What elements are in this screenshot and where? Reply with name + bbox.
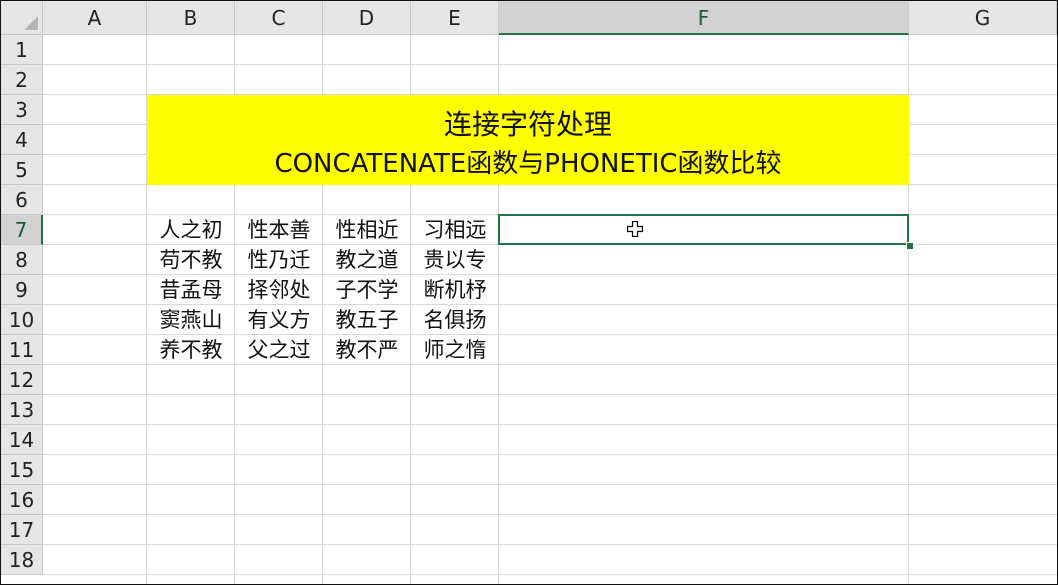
title-line-1: 连接字符处理	[443, 108, 612, 141]
cell-d7[interactable]: 性相近	[323, 215, 411, 245]
column-header-d[interactable]: D	[323, 1, 411, 35]
gridline	[43, 394, 1057, 395]
row-header-6[interactable]: 6	[1, 185, 43, 215]
merged-title-cell[interactable]: 连接字符处理 CONCATENATE函数与PHONETIC函数比较	[147, 95, 909, 185]
row-header-8[interactable]: 8	[1, 245, 43, 275]
cell-b10[interactable]: 窦燕山	[147, 305, 235, 335]
column-header-g[interactable]: G	[909, 1, 1057, 35]
cell-d11[interactable]: 教不严	[323, 335, 411, 365]
cell-b9[interactable]: 昔孟母	[147, 275, 235, 305]
select-all-button[interactable]	[1, 1, 43, 35]
row-header-12[interactable]: 12	[1, 365, 43, 395]
row-header-4[interactable]: 4	[1, 125, 43, 155]
row-header-3[interactable]: 3	[1, 95, 43, 125]
cell-b11[interactable]: 养不教	[147, 335, 235, 365]
column-header-f[interactable]: F	[499, 1, 909, 35]
gridline	[43, 574, 1057, 575]
title-line-2: CONCATENATE函数与PHONETIC函数比较	[274, 149, 782, 179]
row-header-7[interactable]: 7	[1, 215, 43, 245]
gridline	[43, 454, 1057, 455]
row-header-13[interactable]: 13	[1, 395, 43, 425]
cell-e9[interactable]: 断机杼	[411, 275, 499, 305]
cell-e11[interactable]: 师之惰	[411, 335, 499, 365]
row-header-18[interactable]: 18	[1, 545, 43, 575]
row-header-5[interactable]: 5	[1, 155, 43, 185]
row-header-1[interactable]: 1	[1, 35, 43, 65]
column-header-a[interactable]: A	[43, 1, 147, 35]
spreadsheet-grid[interactable]: A B C D E F G 1 2 3 4 5 6 7 8 9 10 11 12…	[1, 1, 1057, 584]
gridline	[43, 64, 1057, 65]
row-header-17[interactable]: 17	[1, 515, 43, 545]
spreadsheet-window: A B C D E F G 1 2 3 4 5 6 7 8 9 10 11 12…	[0, 0, 1058, 585]
row-header-10[interactable]: 10	[1, 305, 43, 335]
cell-c7[interactable]: 性本善	[235, 215, 323, 245]
cell-e8[interactable]: 贵以专	[411, 245, 499, 275]
column-header-c[interactable]: C	[235, 1, 323, 35]
cell-select-cross-icon	[627, 221, 643, 237]
select-all-triangle-icon	[24, 16, 38, 30]
cell-d8[interactable]: 教之道	[323, 245, 411, 275]
gridline	[43, 514, 1057, 515]
row-header-14[interactable]: 14	[1, 425, 43, 455]
row-header-2[interactable]: 2	[1, 65, 43, 95]
gridline	[43, 424, 1057, 425]
cell-b8[interactable]: 苟不教	[147, 245, 235, 275]
fill-handle[interactable]	[906, 242, 914, 250]
gridline	[43, 484, 1057, 485]
row-header-11[interactable]: 11	[1, 335, 43, 365]
cell-b7[interactable]: 人之初	[147, 215, 235, 245]
column-header-b[interactable]: B	[147, 1, 235, 35]
cell-d10[interactable]: 教五子	[323, 305, 411, 335]
row-header-15[interactable]: 15	[1, 455, 43, 485]
cell-c8[interactable]: 性乃迁	[235, 245, 323, 275]
gridline	[43, 544, 1057, 545]
cell-c10[interactable]: 有义方	[235, 305, 323, 335]
cell-c9[interactable]: 择邻处	[235, 275, 323, 305]
row-header-9[interactable]: 9	[1, 275, 43, 305]
cell-e10[interactable]: 名俱扬	[411, 305, 499, 335]
cell-c11[interactable]: 父之过	[235, 335, 323, 365]
selected-cell-f7[interactable]	[498, 214, 909, 245]
column-header-e[interactable]: E	[411, 1, 499, 35]
cell-d9[interactable]: 子不学	[323, 275, 411, 305]
cell-e7[interactable]: 习相远	[411, 215, 499, 245]
row-header-16[interactable]: 16	[1, 485, 43, 515]
